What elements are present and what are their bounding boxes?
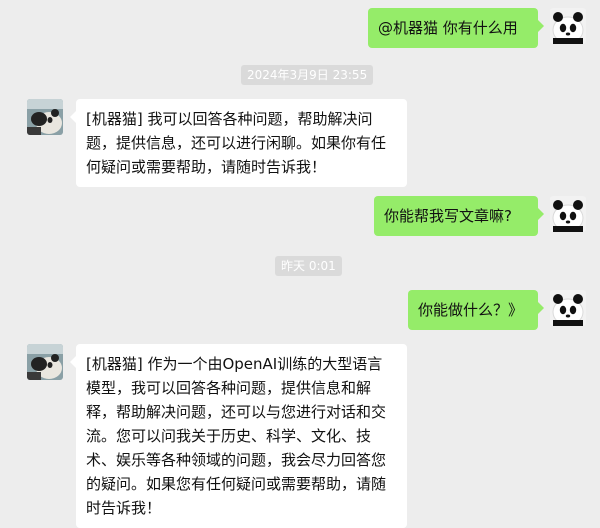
message-bubble-received[interactable]: [机器猫] 作为一个由OpenAI训练的大型语言模型，我可以回答各种问题，提供信…: [70, 344, 407, 528]
message-bubble-sent[interactable]: 你能做什么？》: [408, 290, 544, 330]
chat-message-list[interactable]: @机器猫 你有什么用 2024年3月9日 23:55 [机器猫] 我可以回答各种…: [0, 0, 600, 528]
message-bubble-sent[interactable]: 你能帮我写文章嘛?: [374, 196, 544, 236]
timestamp-label: 昨天 0:01: [275, 256, 342, 276]
message-bubble-sent[interactable]: @机器猫 你有什么用: [368, 8, 544, 48]
timestamp-label: 2024年3月9日 23:55: [241, 65, 374, 85]
message-bubble-received[interactable]: [机器猫] 我可以回答各种问题，帮助解决问题，提供信息，还可以进行闲聊。如果你有…: [70, 99, 407, 187]
panda-avatar-icon[interactable]: [550, 290, 586, 326]
panda-photo-avatar-icon[interactable]: [27, 99, 63, 135]
panda-photo-avatar-icon[interactable]: [27, 344, 63, 380]
panda-avatar-icon[interactable]: [550, 8, 586, 44]
panda-avatar-icon[interactable]: [550, 196, 586, 232]
